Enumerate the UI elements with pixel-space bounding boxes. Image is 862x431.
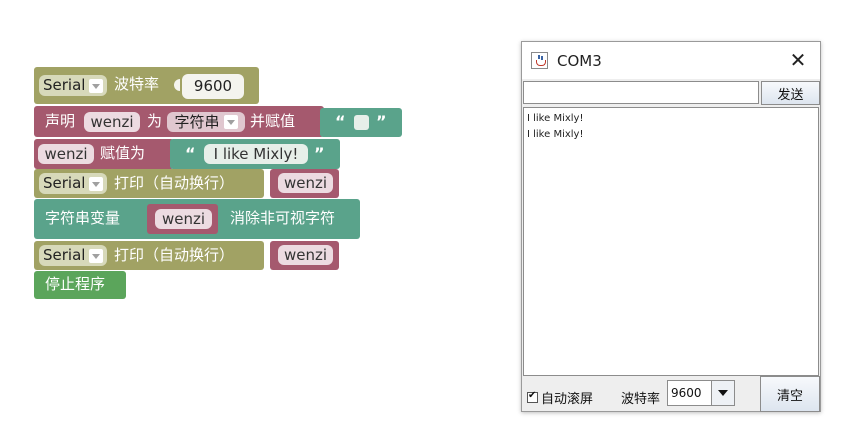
- variable-name-value: wenzi: [283, 245, 328, 264]
- close-quote-icon: ”: [314, 144, 325, 163]
- autoscroll-checkbox[interactable]: 自动滚屏: [527, 388, 593, 407]
- declare-label: 声明: [45, 112, 76, 130]
- serial-output-area[interactable]: I like Mixly! I like Mixly!: [523, 107, 819, 376]
- type-dropdown[interactable]: 字符串: [167, 112, 245, 132]
- java-icon: [531, 52, 548, 69]
- baud-number-value: 9600: [193, 77, 233, 95]
- checkbox-check-icon[interactable]: [527, 390, 538, 403]
- string-variable-label: 字符串变量: [45, 209, 121, 227]
- output-line: I like Mixly!: [527, 113, 584, 124]
- variable-name-value: wenzi: [283, 173, 328, 192]
- open-quote-icon: “: [185, 144, 196, 163]
- serial-println-block[interactable]: Serial 打印（自动换行）: [34, 169, 264, 198]
- serial-dropdown[interactable]: Serial: [39, 173, 107, 194]
- window-title: COM3: [557, 52, 602, 70]
- serial-println-block[interactable]: Serial 打印（自动换行）: [34, 241, 264, 270]
- variable-getter-block[interactable]: wenzi: [270, 241, 339, 270]
- serial-dropdown-label: Serial: [43, 246, 86, 264]
- variable-getter-block[interactable]: wenzi: [270, 169, 339, 198]
- clear-button-label: 清空: [776, 388, 803, 404]
- close-quote-icon: ”: [376, 112, 387, 131]
- send-input[interactable]: [523, 81, 759, 104]
- baud-rate-select[interactable]: 9600: [667, 380, 735, 406]
- print-label: 打印（自动换行）: [114, 246, 235, 264]
- serial-dropdown-label: Serial: [43, 174, 86, 192]
- variable-name-field[interactable]: wenzi: [84, 112, 140, 132]
- variable-name-field[interactable]: wenzi: [278, 245, 333, 265]
- open-quote-icon: “: [335, 112, 346, 131]
- baud-rate-label: 波特率: [114, 75, 160, 93]
- output-line: I like Mixly!: [527, 129, 584, 140]
- chevron-down-icon: [89, 78, 103, 93]
- chevron-down-icon: [89, 248, 103, 263]
- variable-name-field[interactable]: wenzi: [278, 173, 333, 193]
- print-label: 打印（自动换行）: [114, 174, 235, 192]
- string-literal-block[interactable]: “ I like Mixly! ”: [170, 139, 340, 169]
- declare-variable-block[interactable]: 声明 wenzi 为 字符串 并赋值: [34, 106, 324, 137]
- send-button[interactable]: 发送: [761, 81, 820, 105]
- stop-program-block[interactable]: 停止程序: [34, 271, 126, 299]
- assign-to-label: 赋值为: [100, 144, 146, 162]
- clear-button[interactable]: 清空: [760, 376, 820, 412]
- serial-monitor-window: COM3 ✕ 发送 I like Mixly! I like Mixly! 自动…: [521, 41, 821, 412]
- chevron-down-icon[interactable]: [711, 381, 734, 405]
- serial-dropdown[interactable]: Serial: [39, 75, 107, 96]
- serial-dropdown-label: Serial: [43, 76, 86, 94]
- variable-name-value: wenzi: [44, 144, 88, 163]
- stop-program-label: 停止程序: [45, 275, 106, 293]
- trim-label: 消除非可视字符: [230, 209, 336, 227]
- serial-begin-block[interactable]: Serial 波特率 9600: [34, 67, 259, 104]
- variable-name-field[interactable]: wenzi: [38, 144, 94, 164]
- empty-string-block[interactable]: “ ”: [320, 108, 402, 137]
- variable-name-value: wenzi: [161, 209, 206, 228]
- assign-variable-block[interactable]: wenzi 赋值为: [34, 139, 174, 169]
- input-connector: [174, 79, 180, 91]
- variable-name-value: wenzi: [90, 112, 134, 131]
- baud-rate-value: 9600: [671, 386, 702, 400]
- variable-name-field[interactable]: wenzi: [155, 209, 212, 229]
- chevron-down-icon: [223, 115, 238, 129]
- type-dropdown-label: 字符串: [174, 112, 220, 131]
- baud-number-field[interactable]: 9600: [182, 74, 244, 99]
- empty-string-field[interactable]: [354, 115, 369, 130]
- string-value: I like Mixly!: [213, 144, 299, 163]
- autoscroll-label: 自动滚屏: [541, 392, 594, 407]
- variable-getter-block[interactable]: wenzi: [147, 204, 218, 234]
- as-label: 为: [147, 112, 163, 130]
- assign-label: 并赋值: [250, 112, 296, 130]
- close-icon[interactable]: ✕: [788, 50, 808, 70]
- baud-rate-label: 波特率: [621, 392, 661, 407]
- serial-dropdown[interactable]: Serial: [39, 245, 107, 266]
- send-button-label: 发送: [777, 87, 804, 103]
- chevron-down-icon: [89, 176, 103, 191]
- string-value-field[interactable]: I like Mixly!: [204, 144, 308, 164]
- window-titlebar[interactable]: COM3 ✕: [522, 42, 820, 79]
